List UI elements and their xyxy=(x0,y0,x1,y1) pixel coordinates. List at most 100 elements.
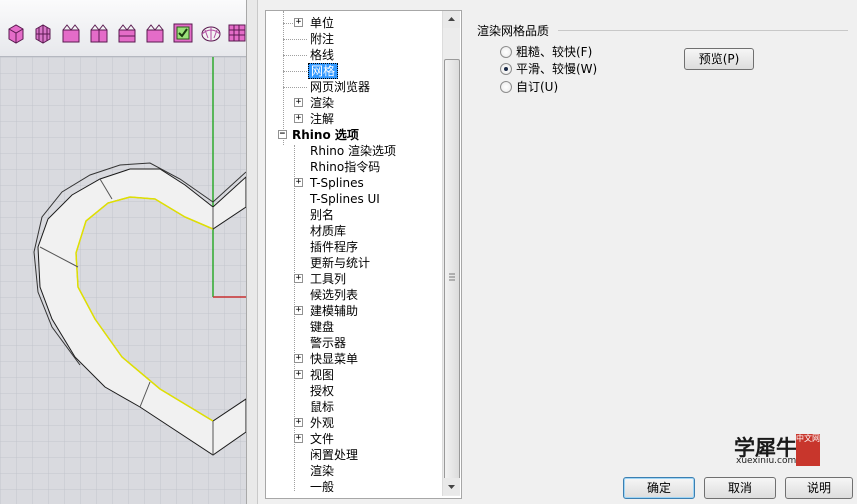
tree-item-label: 外观 xyxy=(310,416,335,430)
tree-item-modeling-aids[interactable]: + 建模辅助 xyxy=(294,303,360,319)
tree-item-rhinoscript[interactable]: Rhino指令码 xyxy=(308,159,382,175)
tree-item-label: 闲置处理 xyxy=(310,448,359,462)
expand-icon[interactable]: + xyxy=(294,418,303,427)
tree-item-updates[interactable]: 更新与统计 xyxy=(308,255,372,271)
tree-item-rhino-options[interactable]: − Rhino 选项 xyxy=(278,127,361,143)
grid-toggle-icon[interactable] xyxy=(227,22,246,44)
tree-item-label: 一般 xyxy=(310,480,335,494)
tree-item-idle-processor[interactable]: 闲置处理 xyxy=(308,447,360,463)
toolbar xyxy=(0,0,246,57)
cancel-button[interactable]: 取消 xyxy=(704,477,776,499)
tree-item-label: 视图 xyxy=(310,368,335,382)
tree-item-label: 格线 xyxy=(310,48,335,62)
expand-icon[interactable]: + xyxy=(294,370,303,379)
help-button[interactable]: 说明 xyxy=(785,477,853,499)
tree-item-candidate-list[interactable]: 候选列表 xyxy=(308,287,360,303)
tree-item-aliases[interactable]: 别名 xyxy=(308,207,336,223)
tree-scrollbar[interactable] xyxy=(442,11,460,496)
radio-button[interactable] xyxy=(500,81,512,93)
tree-item-label: Rhino 选项 xyxy=(292,128,359,142)
tree-item-units[interactable]: + 单位 xyxy=(294,15,336,31)
radio-button[interactable] xyxy=(500,46,512,58)
expand-icon[interactable]: + xyxy=(294,114,303,123)
tree-item-alerter[interactable]: 警示器 xyxy=(308,335,348,351)
tree-item-appearance[interactable]: + 外观 xyxy=(294,415,336,431)
tree-item-general[interactable]: 一般 xyxy=(308,479,336,495)
splitter[interactable] xyxy=(246,0,258,504)
expand-icon[interactable]: + xyxy=(294,18,303,27)
tree-item-web-browser[interactable]: 网页浏览器 xyxy=(308,79,372,95)
tree-item-grid[interactable]: 格线 xyxy=(308,47,336,63)
tree-item-view[interactable]: + 视图 xyxy=(294,367,336,383)
viewport-grid xyxy=(0,57,246,504)
watermark-logo: 学犀牛 xuexiniu.com 中文网 xyxy=(728,432,823,468)
box-grid-icon[interactable] xyxy=(33,22,53,44)
radio-label: 粗糙、较快(F) xyxy=(516,45,593,59)
expand-icon[interactable]: + xyxy=(294,306,303,315)
tree-item-annotation[interactable]: + 注解 xyxy=(294,111,336,127)
tree-item-label: 注解 xyxy=(310,112,335,126)
tree-item-label: 附注 xyxy=(310,32,335,46)
tree-item-label: 更新与统计 xyxy=(310,256,371,270)
tree-item-t-splines[interactable]: + T-Splines xyxy=(294,175,366,191)
tree-item-label: 别名 xyxy=(310,208,335,222)
box-edges-icon[interactable] xyxy=(117,22,137,44)
checkbox-toggle-icon[interactable] xyxy=(173,22,193,44)
expand-icon[interactable]: + xyxy=(294,354,303,363)
scroll-down-button[interactable] xyxy=(443,478,460,495)
expand-icon[interactable]: + xyxy=(294,434,303,443)
ok-button[interactable]: 确定 xyxy=(623,477,695,499)
tree-item-mesh[interactable]: 网格 xyxy=(308,63,339,79)
sphere-icon[interactable] xyxy=(200,22,221,44)
tree-item-plugins[interactable]: 插件程序 xyxy=(308,239,360,255)
mesh-quality-title: 渲染网格品质 xyxy=(477,24,550,38)
expand-icon[interactable]: + xyxy=(294,98,303,107)
tree-item-label: 网格 xyxy=(308,63,339,79)
box-edges-icon[interactable] xyxy=(89,22,109,44)
tree-item-label: 警示器 xyxy=(310,336,347,350)
viewport-3d[interactable] xyxy=(0,0,246,504)
box-edges-icon[interactable] xyxy=(145,22,165,44)
tree-item-label: 快显菜单 xyxy=(310,352,359,366)
tree-item-rhino-render-options[interactable]: Rhino 渲染选项 xyxy=(308,143,398,159)
box-3d-icon[interactable] xyxy=(6,22,26,44)
scroll-thumb[interactable] xyxy=(444,59,460,491)
tree-item-label: 建模辅助 xyxy=(310,304,359,318)
tree-item-render[interactable]: + 渲染 xyxy=(294,95,336,111)
tree-item-license[interactable]: 授权 xyxy=(308,383,336,399)
tree-item-mouse[interactable]: 鼠标 xyxy=(308,399,336,415)
tree-item-files[interactable]: + 文件 xyxy=(294,431,336,447)
tree-item-label: T-Splines xyxy=(310,176,364,190)
tree-item-notes[interactable]: 附注 xyxy=(308,31,336,47)
box-edges-icon[interactable] xyxy=(61,22,81,44)
tree-item-materials[interactable]: 材质库 xyxy=(308,223,348,239)
tree-item-rendering[interactable]: 渲染 xyxy=(308,463,336,479)
watermark-url: xuexiniu.com xyxy=(736,456,797,466)
tree-item-keyboard[interactable]: 键盘 xyxy=(308,319,336,335)
radio-label: 自订(U) xyxy=(516,80,559,94)
group-divider xyxy=(558,30,848,31)
watermark-badge: 中文网 xyxy=(796,434,820,466)
scroll-up-button[interactable] xyxy=(443,11,460,28)
tree-item-label: 单位 xyxy=(310,16,335,30)
tree-item-t-splines-ui[interactable]: T-Splines UI xyxy=(308,191,382,207)
expand-icon[interactable]: + xyxy=(294,274,303,283)
tree-item-label: 网页浏览器 xyxy=(310,80,371,94)
tree-item-label: 键盘 xyxy=(310,320,335,334)
tree-item-label: 授权 xyxy=(310,384,335,398)
tree-item-label: T-Splines UI xyxy=(310,192,380,206)
radio-label: 平滑、较慢(W) xyxy=(516,62,598,76)
tree-item-label: 文件 xyxy=(310,432,335,446)
expand-icon[interactable]: + xyxy=(294,178,303,187)
tree-item-popup-menu[interactable]: + 快显菜单 xyxy=(294,351,360,367)
tree-item-label: Rhino指令码 xyxy=(310,160,381,174)
options-tree[interactable]: + 单位 附注 格线 网格 网页浏览器 + 渲染 + 注解 − Rhino 选项… xyxy=(265,10,462,499)
tree-item-toolbars[interactable]: + 工具列 xyxy=(294,271,348,287)
tree-item-label: 渲染 xyxy=(310,464,335,478)
collapse-icon[interactable]: − xyxy=(278,130,287,139)
radio-button-checked[interactable] xyxy=(500,63,512,75)
tree-item-label: 插件程序 xyxy=(310,240,359,254)
preview-button[interactable]: 预览(P) xyxy=(684,48,754,70)
tree-item-label: 材质库 xyxy=(310,224,347,238)
tree-item-label: 工具列 xyxy=(310,272,347,286)
